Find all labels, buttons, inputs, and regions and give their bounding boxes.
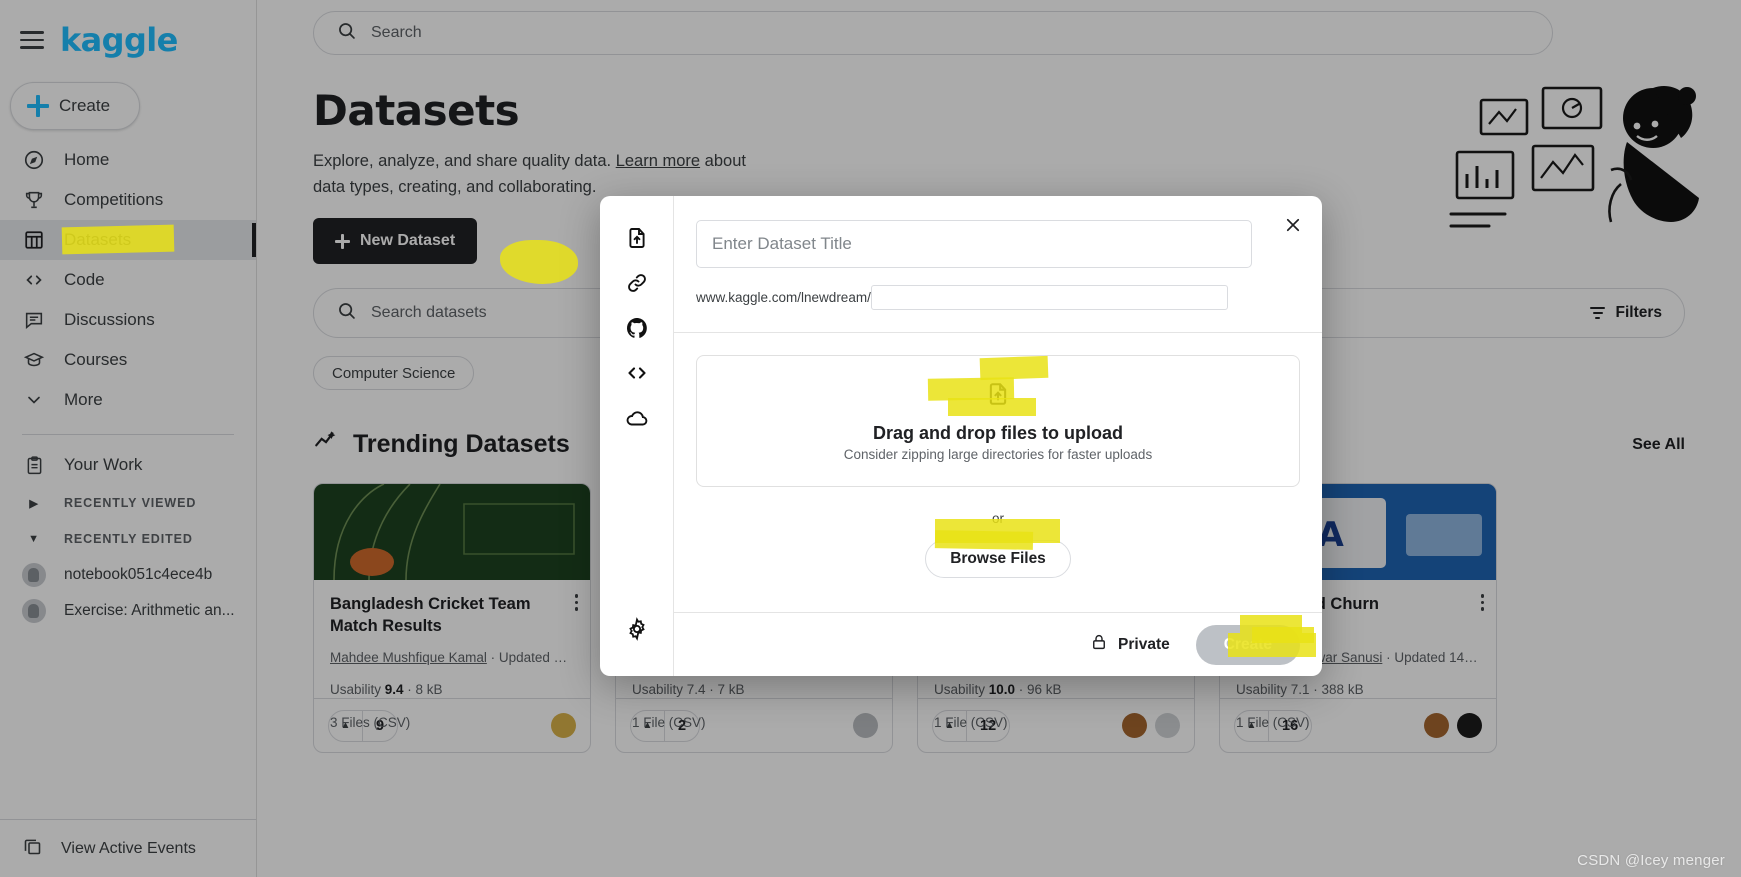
lock-icon	[1090, 633, 1108, 656]
link-icon[interactable]	[615, 261, 659, 305]
create-dataset-button[interactable]: Create	[1195, 624, 1300, 665]
watermark: CSDN @Icey menger	[1577, 852, 1725, 869]
privacy-label: Private	[1118, 635, 1170, 653]
dataset-url-row: www.kaggle.com/lnewdream/	[696, 285, 1252, 310]
modal-source-rail	[600, 196, 674, 676]
or-separator: or	[991, 511, 1004, 526]
dataset-title-input[interactable]	[696, 220, 1252, 268]
github-icon[interactable]	[615, 306, 659, 350]
sidebar-item-label: Datasets	[64, 230, 132, 249]
dropzone-title: Drag and drop files to upload	[872, 422, 1123, 443]
file-upload-icon	[985, 381, 1011, 412]
modal-header: www.kaggle.com/lnewdream/	[674, 196, 1322, 310]
dropzone-subtitle: Consider zipping large directories for f…	[843, 446, 1153, 462]
close-icon[interactable]	[1278, 210, 1308, 240]
dataset-url-prefix: www.kaggle.com/lnewdream/	[696, 290, 871, 305]
modal-footer: Private Create	[674, 612, 1322, 676]
cloud-icon[interactable]	[615, 396, 659, 440]
app-root: kaggle Create Home Competitions Datasets…	[0, 0, 1741, 877]
file-dropzone[interactable]: Drag and drop files to upload Consider z…	[696, 355, 1300, 487]
modal-main: www.kaggle.com/lnewdream/ Drag and drop …	[674, 196, 1322, 676]
dataset-slug-input[interactable]	[870, 285, 1228, 310]
browse-files-label: Browse Files	[950, 550, 1046, 567]
privacy-toggle[interactable]: Private	[1090, 633, 1170, 656]
modal-body: Drag and drop files to upload Consider z…	[674, 333, 1322, 612]
browse-files-button[interactable]: Browse Files	[925, 540, 1071, 578]
new-dataset-modal: www.kaggle.com/lnewdream/ Drag and drop …	[600, 196, 1322, 676]
browse-files-row: Browse Files	[696, 540, 1300, 578]
code-icon[interactable]	[615, 351, 659, 395]
create-dataset-label: Create	[1223, 635, 1272, 653]
gear-icon[interactable]	[615, 607, 659, 651]
file-upload-icon[interactable]	[615, 216, 659, 260]
